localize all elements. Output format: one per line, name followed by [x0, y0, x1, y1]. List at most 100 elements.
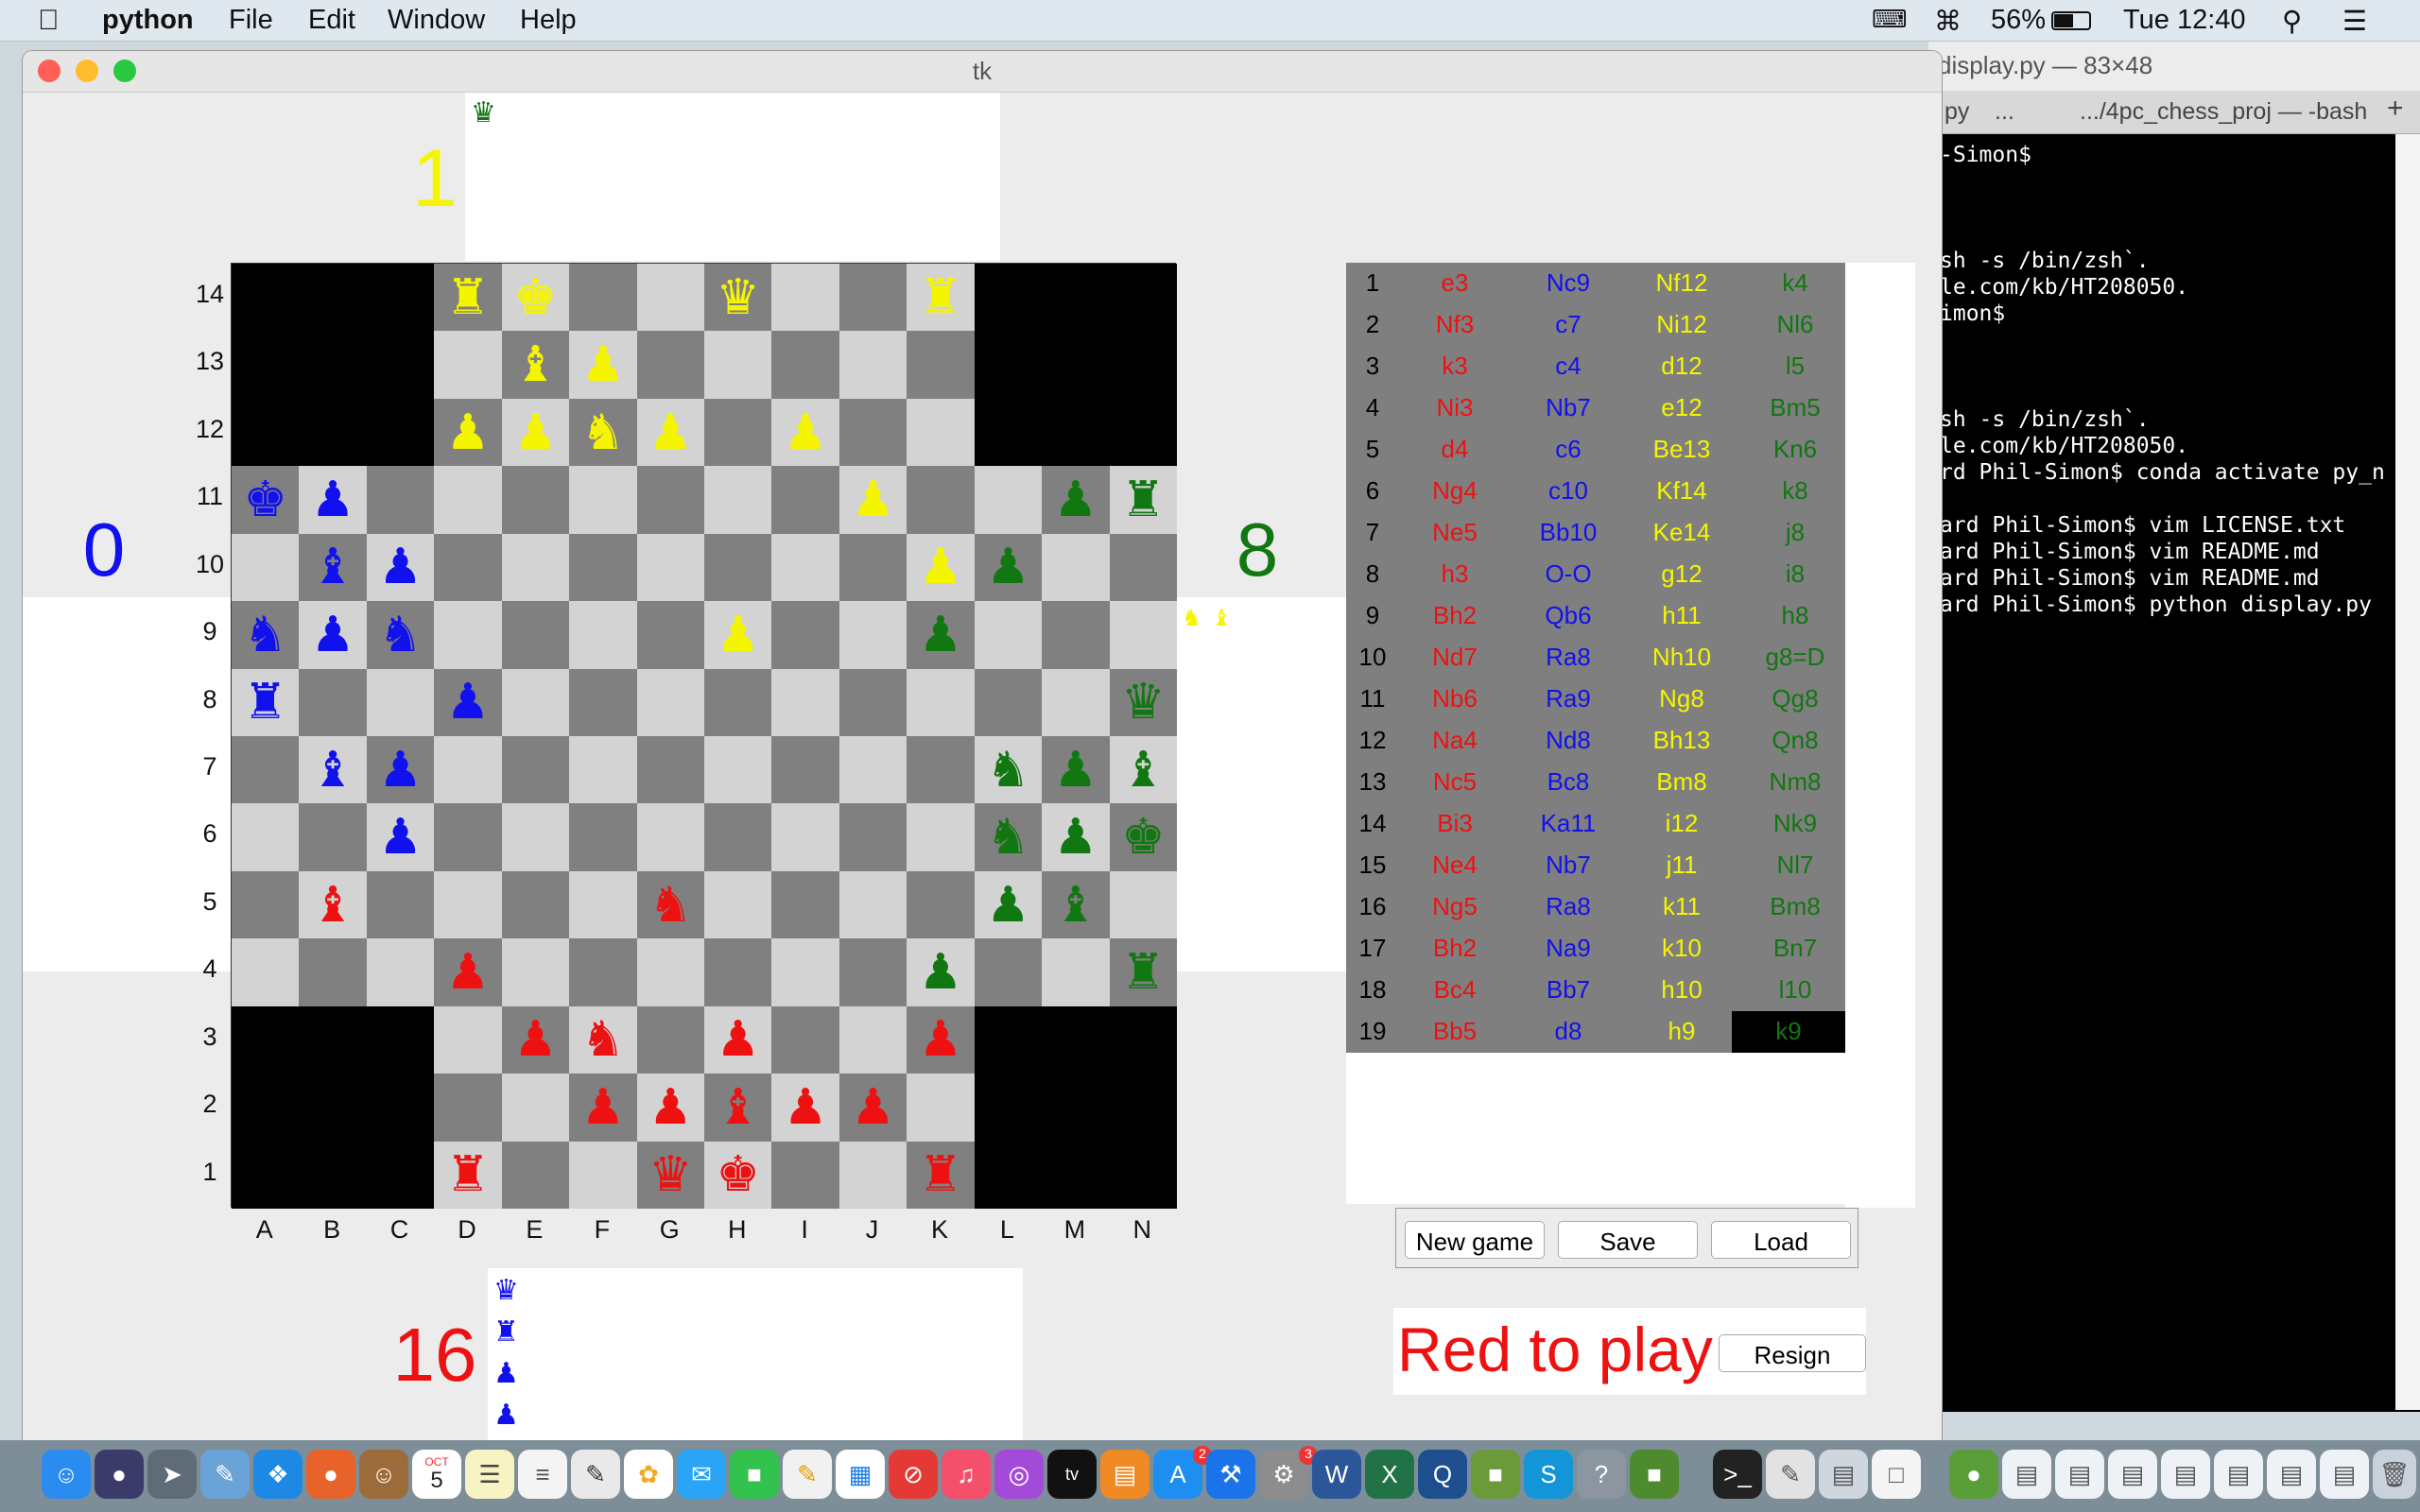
piece[interactable]: ♟	[648, 1083, 693, 1132]
square-b9[interactable]: ♟	[299, 601, 367, 669]
tv-icon[interactable]: tv	[1047, 1450, 1097, 1499]
square-g14[interactable]	[636, 264, 704, 332]
square-c5[interactable]	[366, 870, 435, 939]
square-m4[interactable]	[1042, 938, 1110, 1006]
menu-file[interactable]: File	[229, 5, 273, 36]
square-d12[interactable]: ♟	[434, 398, 502, 467]
square-n6[interactable]: ♚	[1109, 803, 1177, 871]
square-h11[interactable]	[704, 466, 772, 534]
xcode-icon[interactable]: ⚒	[1206, 1450, 1255, 1499]
square-h10[interactable]	[704, 533, 772, 602]
piece[interactable]: ♟	[919, 948, 963, 997]
square-l6[interactable]: ♞	[974, 803, 1043, 871]
excel-icon[interactable]: X	[1365, 1450, 1414, 1499]
piece[interactable]: ♞	[986, 746, 1030, 795]
square-i7[interactable]	[771, 736, 839, 804]
chess-board[interactable]: ♜ ♚ ♛ ♜ ♝ ♟ ♟ ♟ ♞ ♟ ♟ ♚ ♟ ♟ ♟ ♜ ♝ ♟ ♟ ♟ ♞ ♟ ♞ ♟ ♟ ♜ ♟ ♛ ♝ ♟ ♞ ♟ ♝ ♟ ♞ ♟ ♚ ♝ ♞ ♟…	[231, 263, 1177, 1209]
square-i8[interactable]	[771, 668, 839, 736]
square-g4[interactable]	[636, 938, 704, 1006]
square-j13[interactable]	[838, 331, 908, 399]
square-i11[interactable]	[771, 466, 839, 534]
document-icon[interactable]: □	[1872, 1450, 1921, 1499]
square-e2[interactable]	[501, 1074, 570, 1142]
square-f10[interactable]	[569, 533, 637, 602]
square-m8[interactable]	[1042, 668, 1110, 736]
piece[interactable]: ♟	[446, 678, 491, 727]
square-i5[interactable]	[771, 870, 839, 939]
piece[interactable]: ♟	[784, 1083, 828, 1132]
piece[interactable]: ♟	[581, 340, 626, 389]
piece[interactable]: ♟	[311, 475, 355, 524]
piece[interactable]: ♟	[919, 1015, 963, 1064]
freeform-icon[interactable]: ✎	[571, 1450, 620, 1499]
reminders-icon[interactable]: ≡	[518, 1450, 567, 1499]
square-h6[interactable]	[704, 803, 772, 871]
numbers-icon[interactable]: ▦	[836, 1450, 885, 1499]
save-button[interactable]: Save	[1558, 1221, 1698, 1259]
square-i4[interactable]	[771, 938, 839, 1006]
square-n4[interactable]: ♜	[1109, 938, 1177, 1006]
square-g3[interactable]	[636, 1005, 704, 1074]
square-d8[interactable]: ♟	[434, 668, 502, 736]
square-d1[interactable]: ♜	[434, 1141, 502, 1209]
square-i9[interactable]	[771, 601, 839, 669]
square-k8[interactable]	[907, 668, 975, 736]
minecraft-launcher-icon[interactable]: ■	[1630, 1450, 1679, 1499]
square-j10[interactable]	[838, 533, 908, 602]
square-h7[interactable]	[704, 736, 772, 804]
battery-icon[interactable]	[2051, 11, 2091, 30]
square-k5[interactable]	[907, 870, 975, 939]
square-i10[interactable]	[771, 533, 839, 602]
piece[interactable]: ♚	[243, 475, 287, 524]
square-l10[interactable]: ♟	[974, 533, 1043, 602]
square-l8[interactable]	[974, 668, 1043, 736]
square-c10[interactable]: ♟	[366, 533, 435, 602]
piece[interactable]: ♟	[986, 542, 1030, 592]
android-studio-icon[interactable]: ●	[1949, 1450, 1998, 1499]
square-e7[interactable]	[501, 736, 570, 804]
piece[interactable]: ♜	[1121, 948, 1166, 997]
piece[interactable]: ♟	[919, 542, 963, 592]
square-i12[interactable]: ♟	[771, 398, 839, 467]
pages-icon[interactable]: ✎	[783, 1450, 832, 1499]
piece[interactable]: ♜	[446, 273, 491, 322]
square-f12[interactable]: ♞	[569, 398, 637, 467]
square-g8[interactable]	[636, 668, 704, 736]
siri-icon[interactable]: ●	[95, 1450, 144, 1499]
apple-menu-icon[interactable]: 	[38, 5, 60, 37]
menu-window[interactable]: Window	[388, 5, 485, 36]
quicktime-icon[interactable]: Q	[1418, 1450, 1467, 1499]
square-e11[interactable]	[501, 466, 570, 534]
square-c4[interactable]	[366, 938, 435, 1006]
terminal-scrollbar[interactable]	[2395, 134, 2420, 1410]
safari-icon[interactable]: ❖	[253, 1450, 302, 1499]
square-l7[interactable]: ♞	[974, 736, 1043, 804]
square-f11[interactable]	[569, 466, 637, 534]
square-k2[interactable]	[907, 1074, 975, 1142]
square-k9[interactable]: ♟	[907, 601, 975, 669]
square-a4[interactable]	[232, 938, 300, 1006]
square-k7[interactable]	[907, 736, 975, 804]
piece[interactable]: ♟	[648, 408, 693, 457]
square-k11[interactable]	[907, 466, 975, 534]
square-l5[interactable]: ♟	[974, 870, 1043, 939]
piece[interactable]: ♚	[716, 1150, 760, 1199]
square-f9[interactable]	[569, 601, 637, 669]
square-c6[interactable]: ♟	[366, 803, 435, 871]
square-g1[interactable]: ♛	[636, 1141, 704, 1209]
terminal-output[interactable]: -Simon$ sh -s /bin/zsh`. le.com/kb/HT20805…	[1940, 142, 2394, 1399]
square-k4[interactable]: ♟	[907, 938, 975, 1006]
piece[interactable]: ♜	[243, 678, 287, 727]
square-j11[interactable]: ♟	[838, 466, 908, 534]
zoom-window-button[interactable]	[113, 60, 136, 82]
piece[interactable]: ♟	[513, 408, 558, 457]
square-d4[interactable]: ♟	[434, 938, 502, 1006]
square-d2[interactable]	[434, 1074, 502, 1142]
square-e8[interactable]	[501, 668, 570, 736]
square-e4[interactable]	[501, 938, 570, 1006]
square-n8[interactable]: ♛	[1109, 668, 1177, 736]
square-e14[interactable]: ♚	[501, 264, 570, 332]
piece[interactable]: ♛	[648, 1150, 693, 1199]
piece[interactable]: ♟	[1054, 813, 1098, 862]
podcasts-icon[interactable]: ◎	[994, 1450, 1044, 1499]
